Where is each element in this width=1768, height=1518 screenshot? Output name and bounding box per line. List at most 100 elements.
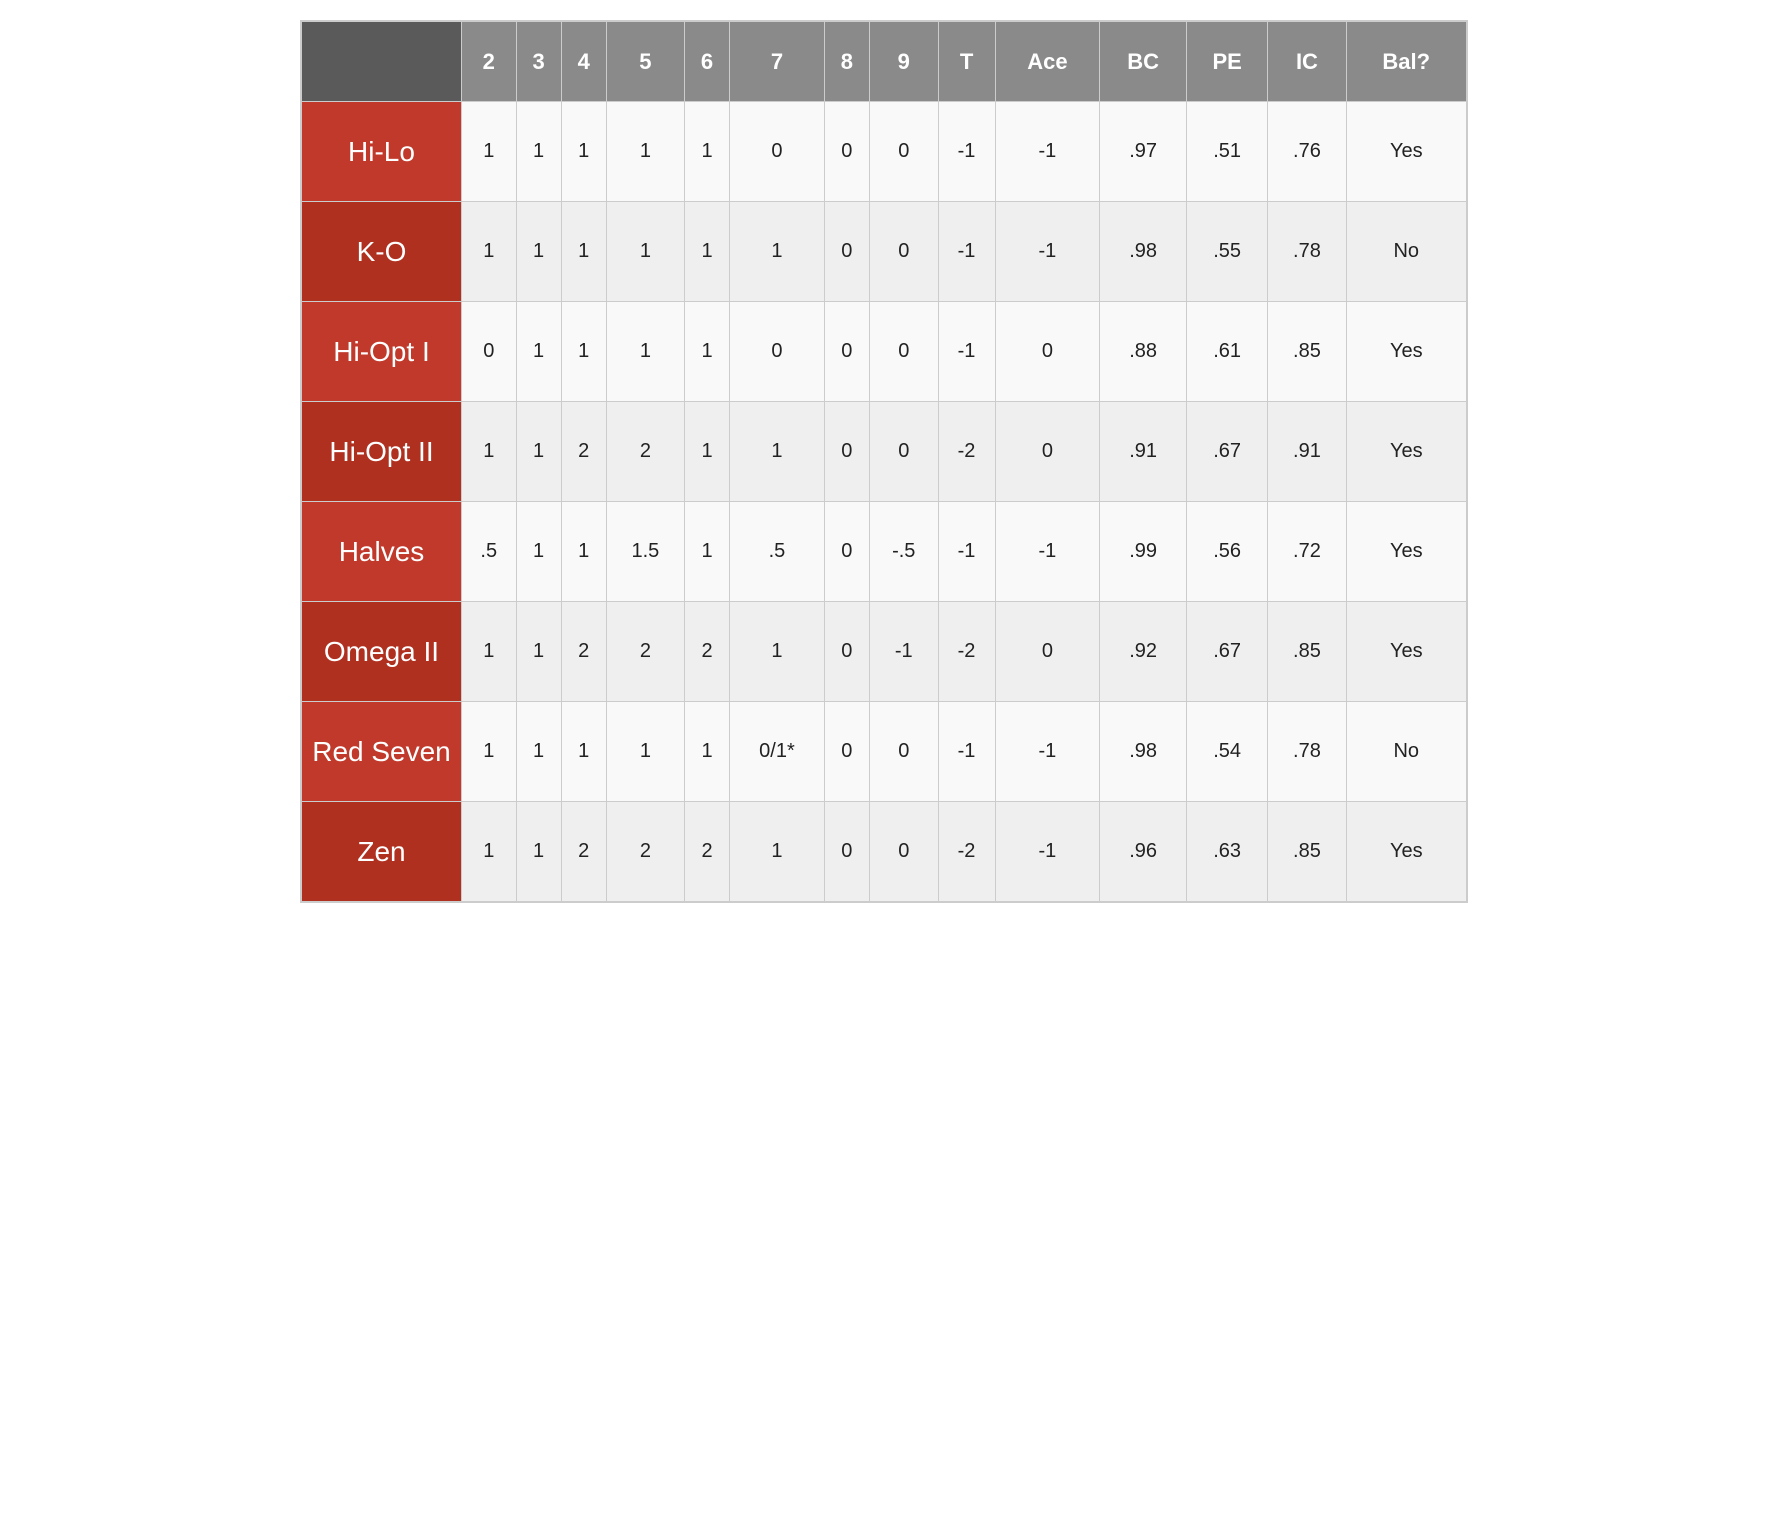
data-cell: .97 <box>1100 102 1187 202</box>
data-cell: 1 <box>516 402 561 502</box>
column-header-6: 6 <box>684 22 729 102</box>
data-cell: 1 <box>561 502 606 602</box>
data-cell: 1 <box>730 402 825 502</box>
table-row: Halves.5111.51.50-.5-1-1.99.56.72Yes <box>302 502 1467 602</box>
row-label-hi-opt-i: Hi-Opt I <box>302 302 462 402</box>
data-cell: 0 <box>824 302 869 402</box>
data-cell: -1 <box>938 502 995 602</box>
count-strategy-table: 23456789TAceBCPEICBal? Hi-Lo11111000-1-1… <box>300 20 1468 903</box>
data-cell: .72 <box>1268 502 1346 602</box>
column-header-7: 7 <box>730 22 825 102</box>
data-cell: -2 <box>938 402 995 502</box>
data-cell: 1 <box>684 502 729 602</box>
data-cell: 1 <box>730 202 825 302</box>
column-header-bal: Bal? <box>1346 22 1466 102</box>
data-cell: -1 <box>938 302 995 402</box>
data-cell: .96 <box>1100 802 1187 902</box>
data-cell: 0 <box>824 502 869 602</box>
data-cell: 0 <box>824 202 869 302</box>
data-cell: 0 <box>730 302 825 402</box>
data-cell: 1 <box>462 402 517 502</box>
data-cell: .51 <box>1186 102 1267 202</box>
data-cell: .85 <box>1268 302 1346 402</box>
data-cell: 1 <box>516 802 561 902</box>
column-header-4: 4 <box>561 22 606 102</box>
data-cell: .85 <box>1268 802 1346 902</box>
data-cell: 0 <box>462 302 517 402</box>
data-cell: No <box>1346 702 1466 802</box>
data-cell: .76 <box>1268 102 1346 202</box>
data-cell: .88 <box>1100 302 1187 402</box>
data-cell: .85 <box>1268 602 1346 702</box>
data-cell: -.5 <box>869 502 938 602</box>
data-cell: 2 <box>561 802 606 902</box>
data-cell: .55 <box>1186 202 1267 302</box>
data-cell: 1.5 <box>606 502 684 602</box>
data-cell: 1 <box>684 402 729 502</box>
data-cell: Yes <box>1346 402 1466 502</box>
data-cell: 0 <box>869 802 938 902</box>
data-cell: .67 <box>1186 402 1267 502</box>
data-cell: 1 <box>561 202 606 302</box>
data-cell: .91 <box>1100 402 1187 502</box>
data-cell: 0 <box>869 302 938 402</box>
table-row: Hi-Opt I01111000-10.88.61.85Yes <box>302 302 1467 402</box>
data-cell: 2 <box>606 802 684 902</box>
table-row: K-O11111100-1-1.98.55.78No <box>302 202 1467 302</box>
data-cell: 0 <box>869 102 938 202</box>
column-header-2: 2 <box>462 22 517 102</box>
data-cell: 1 <box>684 702 729 802</box>
column-header-8: 8 <box>824 22 869 102</box>
data-cell: 0 <box>995 302 1100 402</box>
data-cell: 0 <box>869 402 938 502</box>
data-cell: Yes <box>1346 802 1466 902</box>
data-cell: 1 <box>606 302 684 402</box>
data-cell: .91 <box>1268 402 1346 502</box>
data-cell: 1 <box>516 602 561 702</box>
data-cell: 2 <box>561 602 606 702</box>
column-header-5: 5 <box>606 22 684 102</box>
data-cell: 1 <box>462 102 517 202</box>
data-cell: 1 <box>462 602 517 702</box>
data-cell: .92 <box>1100 602 1187 702</box>
row-label-zen: Zen <box>302 802 462 902</box>
data-cell: .78 <box>1268 702 1346 802</box>
data-cell: -1 <box>995 202 1100 302</box>
data-cell: 0 <box>824 802 869 902</box>
data-cell: No <box>1346 202 1466 302</box>
data-cell: -1 <box>938 702 995 802</box>
data-cell: 2 <box>606 602 684 702</box>
row-label-hi-opt-ii: Hi-Opt II <box>302 402 462 502</box>
table-row: Omega II1122210-1-20.92.67.85Yes <box>302 602 1467 702</box>
table-row: Zen11222100-2-1.96.63.85Yes <box>302 802 1467 902</box>
data-cell: 0 <box>824 402 869 502</box>
data-cell: 0 <box>824 102 869 202</box>
row-label-red-seven: Red Seven <box>302 702 462 802</box>
data-cell: 1 <box>516 702 561 802</box>
data-cell: -1 <box>938 202 995 302</box>
data-cell: 1 <box>516 502 561 602</box>
data-cell: .56 <box>1186 502 1267 602</box>
data-cell: -1 <box>995 102 1100 202</box>
data-cell: 0/1* <box>730 702 825 802</box>
row-label-hi-lo: Hi-Lo <box>302 102 462 202</box>
column-header-3: 3 <box>516 22 561 102</box>
data-cell: -1 <box>995 502 1100 602</box>
data-cell: 1 <box>606 202 684 302</box>
data-cell: -2 <box>938 802 995 902</box>
data-cell: 0 <box>869 202 938 302</box>
table-row: Hi-Lo11111000-1-1.97.51.76Yes <box>302 102 1467 202</box>
data-cell: 1 <box>606 702 684 802</box>
data-cell: 0 <box>730 102 825 202</box>
data-cell: Yes <box>1346 502 1466 602</box>
data-cell: -1 <box>869 602 938 702</box>
data-cell: 0 <box>869 702 938 802</box>
table-row: Hi-Opt II11221100-20.91.67.91Yes <box>302 402 1467 502</box>
data-cell: 1 <box>684 102 729 202</box>
data-cell: .63 <box>1186 802 1267 902</box>
column-header-ace: Ace <box>995 22 1100 102</box>
data-cell: 1 <box>730 802 825 902</box>
data-cell: 1 <box>561 702 606 802</box>
table-row: Red Seven111110/1*00-1-1.98.54.78No <box>302 702 1467 802</box>
data-cell: .61 <box>1186 302 1267 402</box>
